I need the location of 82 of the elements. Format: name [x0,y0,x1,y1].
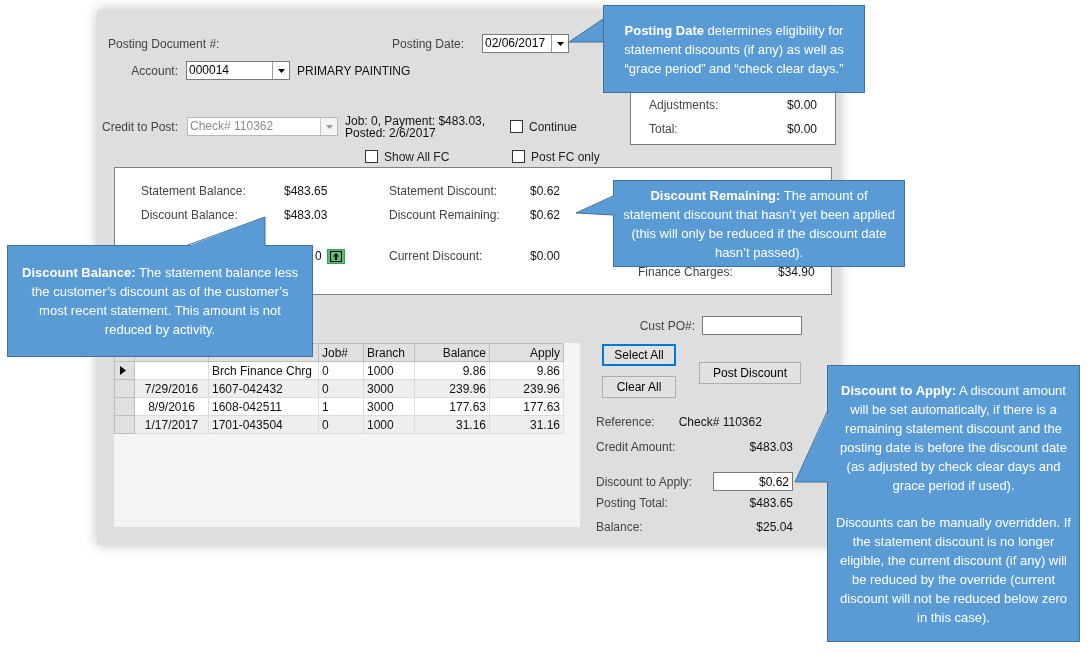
summary-label: Total: [649,122,678,136]
column-header[interactable]: Balance [414,343,490,362]
table-cell: 3000 [367,381,394,396]
table-cell: 9.86 [462,363,486,378]
callout-text: Discounts can be manually overridden. If the statement discount is no longer eligible, the current discount (if any) will be reduced by the override (current discount will not be reduced below zero in this case). [836,513,1071,627]
amount-value: $483.65 [749,496,793,510]
column-header[interactable]: Job# [318,343,364,362]
table-cell: 1607-042432 [212,381,283,396]
table-cell: 8/9/2016 [148,399,195,414]
account-dropdown[interactable]: 000014 [186,61,290,80]
caret-icon [556,41,564,46]
table-cell: 1/17/2017 [144,417,199,432]
field-label: Discount to Apply: [596,474,693,489]
balance-value: $483.65 [284,184,328,198]
discount-field[interactable]: $0.62 [713,472,793,491]
table-cell: 31.16 [455,417,486,432]
balance-label: Discount Balance: [141,208,239,222]
date-picker[interactable]: 02/06/2017 [482,34,569,53]
grid-button[interactable]: Clear All [602,376,676,398]
column-header[interactable]: Branch [363,343,415,362]
callout-text: Discount Remaining: The amount of statement discount that hasn’t yet been applied (this will only be reduced if the discount date hasn’t passed). [622,186,896,262]
table-cell: 1608-042511 [212,399,282,414]
balance-label: Statement Balance: [141,184,247,198]
balance-value: $483.03 [284,208,328,222]
discount-value: $0.62 [530,184,561,198]
field-label: Reference: [596,415,655,429]
field-label: Credit Amount: [596,440,676,454]
post-discount-button[interactable]: Post Discount [699,362,801,384]
table-cell: 1000 [367,363,394,378]
account-name: PRIMARY PAINTING [297,63,411,78]
summary-value: $0.00 [786,122,817,136]
table-cell: 239.96 [449,381,486,396]
charges-value: $34.90 [778,265,815,279]
callout-text: Posting Date determines eligibility for statement discounts (if any) as well as “grace period” and “check clear days.” [623,21,845,78]
table-cell: 0 [322,363,329,378]
arrow-up-icon [329,250,342,262]
checkbox[interactable]: Show All FC [365,149,512,164]
table-cell: 31.16 [529,417,560,432]
checkbox[interactable]: Continue [510,119,578,134]
field-label: Balance: [596,520,643,534]
balance-value: 0 [315,249,322,263]
table-cell: 3000 [367,399,394,414]
payment-info: Posted: 2/6/2017 [345,126,437,139]
discount-label: Current Discount: [389,249,484,263]
field-label: Posting Total: [596,496,668,510]
current-row-icon [120,366,126,375]
discount-label: Statement Discount: [389,184,499,198]
reference-value: Check# 110362 [678,415,763,429]
discount-value: $0.62 [530,208,561,222]
amount-value: $25.04 [756,520,793,534]
summary-label: Adjustments: [649,98,719,112]
table-cell: 1701-043504 [212,417,283,432]
payment-info: Job: 0, Payment: $483.03, [345,114,487,127]
summary-value: $0.00 [786,98,817,112]
caret-icon [277,68,285,73]
checkbox[interactable]: Post FC only [512,149,600,164]
table-cell: 239.96 [523,381,560,396]
callout-text: Discount Balance: The statement balance less the customer’s discount as of the customer’s most recent statement. This amount is not reduced by activity. [21,264,299,339]
table-cell: Brch Finance Chrg [212,363,313,378]
grid-button[interactable]: Select All [602,344,676,366]
table-cell: 177.63 [449,399,486,414]
charges-label: Finance Charges: [638,265,734,279]
field-label: Account: [130,63,178,78]
field-label: Cust PO#: [638,318,695,333]
table-cell: 7/29/2016 [144,381,199,396]
table-cell: 0 [322,381,329,396]
column-header[interactable]: Apply [489,343,564,362]
table-cell: 1 [322,399,329,414]
field-label: Posting Date: [392,36,466,51]
table-cell: 177.63 [523,399,560,414]
field-label: Credit to Post: [102,119,180,134]
po-field[interactable] [702,316,802,335]
caret-icon [325,124,333,129]
discount-value: $0.00 [530,249,561,263]
amount-value: $483.03 [749,440,793,454]
field-label: Posting Document #: [108,36,221,51]
table-cell: 9.86 [536,363,560,378]
table-cell: 1000 [367,417,394,432]
discount-label: Discount Remaining: [389,208,501,222]
table-cell: 0 [322,417,329,432]
apply-button[interactable] [326,248,345,264]
callout-text: Discount to Apply: A discount amount will be set automatically, if there is a remaining statement discount and the posting date is before the discount date (as adjusted by check clear days and grace period if used). [839,381,1068,495]
